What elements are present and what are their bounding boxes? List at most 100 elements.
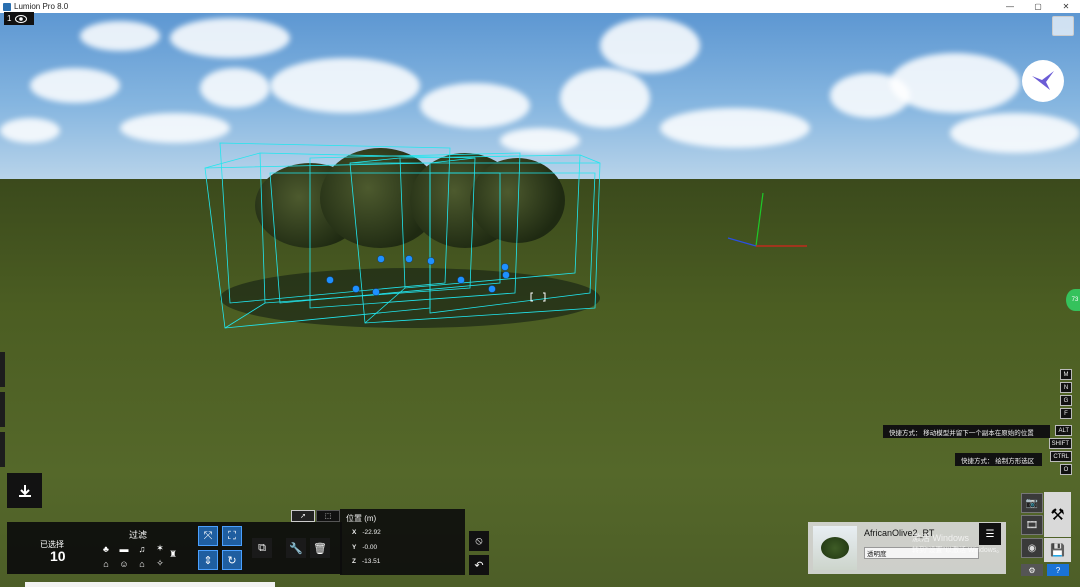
key-n: N — [1060, 382, 1072, 393]
help-button[interactable]: ? — [1047, 564, 1069, 576]
rotate-icon: ↻ — [227, 554, 237, 567]
camera-icon: 📷 — [1025, 497, 1039, 509]
delete-button[interactable]: 🗑 — [310, 538, 330, 558]
key-alt: ALT — [1055, 425, 1072, 436]
maximize-button[interactable]: ▢ — [1024, 0, 1052, 13]
furniture-filter-icon[interactable]: ⌂ — [99, 557, 113, 570]
x-label: X — [352, 529, 357, 536]
y-row: Y -0.00 — [352, 544, 377, 551]
light-filter-icon[interactable]: ✧ — [153, 557, 167, 570]
trash-icon: 🗑 — [313, 542, 327, 555]
worker-icon: ⚒ — [1050, 506, 1065, 524]
object-thumbnail[interactable] — [813, 526, 857, 570]
left-edge-tab-1[interactable] — [0, 352, 5, 387]
scene-viewport[interactable] — [0, 13, 1080, 587]
ctrl-shortcut-hint: 快捷方式： 绘制方形选区 — [955, 453, 1042, 466]
eye-icon — [15, 14, 28, 23]
taskbar-strip — [25, 582, 275, 587]
window-title: Lumion Pro 8.0 — [14, 2, 69, 11]
move-tool-button[interactable]: ⤧ — [198, 526, 218, 546]
key-m: M — [1060, 369, 1072, 380]
download-arrow-icon — [18, 484, 31, 497]
selection-bounding-boxes — [204, 142, 601, 329]
key-shift: SHIFT — [1048, 438, 1072, 449]
key-o: O — [1060, 464, 1072, 475]
move-icon: ⤧ — [203, 529, 213, 542]
filter-icons: ♣ ▬ ♫ ✶ ⌂ ☺ ⌂ ✧ — [99, 542, 169, 570]
z-label: Z — [352, 558, 356, 565]
key-ctrl: CTRL — [1050, 451, 1072, 462]
scale-tool-button[interactable]: ⛶ — [222, 526, 242, 546]
undo-icon: ↶ — [474, 559, 484, 572]
copy-tool-button[interactable]: ⧉ — [252, 538, 272, 558]
gear-icon: ⚙ — [1028, 565, 1036, 575]
z-row: Z -13.51 — [352, 558, 380, 565]
cancel-button[interactable]: ⦸ — [469, 531, 489, 551]
rotate-tool-button[interactable]: ↻ — [222, 550, 242, 570]
film-icon: 🎞 — [1025, 519, 1039, 531]
bird-icon — [1032, 71, 1054, 90]
cursor-target — [530, 292, 546, 302]
selection-panel: 已选择 10 过滤 ♣ ▬ ♫ ✶ ⌂ ☺ ⌂ ✧ ♜ ⤧ ⛶ ⇕ ↻ ⧉ 🔧 … — [7, 522, 342, 574]
lumion-app-icon — [3, 2, 11, 11]
side-green-tab[interactable]: 73 — [1066, 289, 1080, 311]
bird-logo-button[interactable] — [1022, 60, 1064, 102]
z-value[interactable]: -13.51 — [362, 558, 380, 565]
photo-mode-button[interactable]: 📷 — [1021, 493, 1043, 513]
house-filter-icon[interactable]: ⌂ — [135, 557, 149, 570]
left-edge-tab-3[interactable] — [0, 432, 5, 467]
filter-label: 过滤 — [129, 530, 148, 540]
undo-button[interactable]: ↶ — [469, 555, 489, 575]
properties-button[interactable]: 🔧 — [286, 538, 306, 558]
select-arrow-mode[interactable]: ➚ — [291, 510, 315, 522]
key-g: G — [1060, 395, 1072, 406]
key-f: F — [1060, 408, 1072, 419]
x-value[interactable]: -22.92 — [362, 529, 380, 536]
copy-icon: ⧉ — [258, 541, 266, 554]
settings-button[interactable]: ⚙ — [1021, 564, 1043, 576]
axis-gizmo[interactable] — [725, 191, 815, 261]
y-value[interactable]: -0.00 — [362, 544, 377, 551]
close-button[interactable]: ✕ — [1052, 0, 1080, 13]
title-bar: Lumion Pro 8.0 — ▢ ✕ — [0, 0, 1080, 13]
alt-shortcut-hint: 快捷方式： 移动模型并留下一个副本在原始的位置 — [883, 425, 1050, 438]
selected-trees[interactable] — [200, 133, 620, 343]
select-box-mode[interactable]: ⬚ — [316, 510, 340, 522]
save-button[interactable]: 💾 — [1044, 538, 1071, 562]
panorama-icon: ◉ — [1027, 542, 1037, 554]
person-filter-icon[interactable]: ☺ — [117, 557, 131, 570]
tree-filter-icon[interactable]: ♣ — [99, 542, 113, 555]
sliders-icon: ☰ — [985, 528, 995, 540]
question-icon: ? — [1055, 565, 1061, 575]
cancel-icon: ⦸ — [475, 534, 483, 547]
build-mode-button[interactable]: ⚒ — [1044, 492, 1071, 537]
panorama-mode-button[interactable]: ◉ — [1021, 538, 1043, 558]
sound-filter-icon[interactable]: ♫ — [135, 542, 149, 555]
x-row: X -22.92 — [352, 529, 381, 536]
selected-count: 10 — [50, 548, 66, 564]
camera-number: 1 — [7, 14, 12, 23]
transparency-field[interactable]: 透明度 — [864, 547, 979, 559]
shortcut-keys: M N G F ALT SHIFT CTRL O — [1048, 369, 1072, 475]
movie-mode-button[interactable]: 🎞 — [1021, 515, 1043, 535]
y-label: Y — [352, 544, 357, 551]
object-settings-button[interactable]: ☰ — [979, 523, 1001, 545]
height-tool-button[interactable]: ⇕ — [198, 550, 218, 570]
up-down-icon: ⇕ — [203, 554, 213, 567]
object-info-panel: AfricanOlive2_RT 透明度 — [808, 522, 1006, 574]
scale-icon: ⛶ — [228, 529, 236, 542]
lamp-filter-icon[interactable]: ♜ — [169, 549, 177, 560]
camera-view-badge[interactable]: 1 — [4, 12, 34, 25]
position-title: 位置 (m) — [346, 514, 377, 523]
place-object-button[interactable] — [7, 473, 42, 508]
effects-filter-icon[interactable]: ✶ — [153, 542, 167, 555]
box-select-icon: ⬚ — [324, 513, 332, 520]
view-toggle-button[interactable] — [1052, 16, 1074, 36]
floppy-icon: 💾 — [1050, 543, 1065, 557]
car-filter-icon[interactable]: ▬ — [117, 542, 131, 555]
left-edge-tab-2[interactable] — [0, 392, 5, 427]
object-name: AfricanOlive2_RT — [864, 528, 935, 538]
minimize-button[interactable]: — — [996, 0, 1024, 13]
arrow-icon: ➚ — [300, 513, 306, 520]
position-panel: 位置 (m) X -22.92 Y -0.00 Z -13.51 — [340, 509, 465, 575]
